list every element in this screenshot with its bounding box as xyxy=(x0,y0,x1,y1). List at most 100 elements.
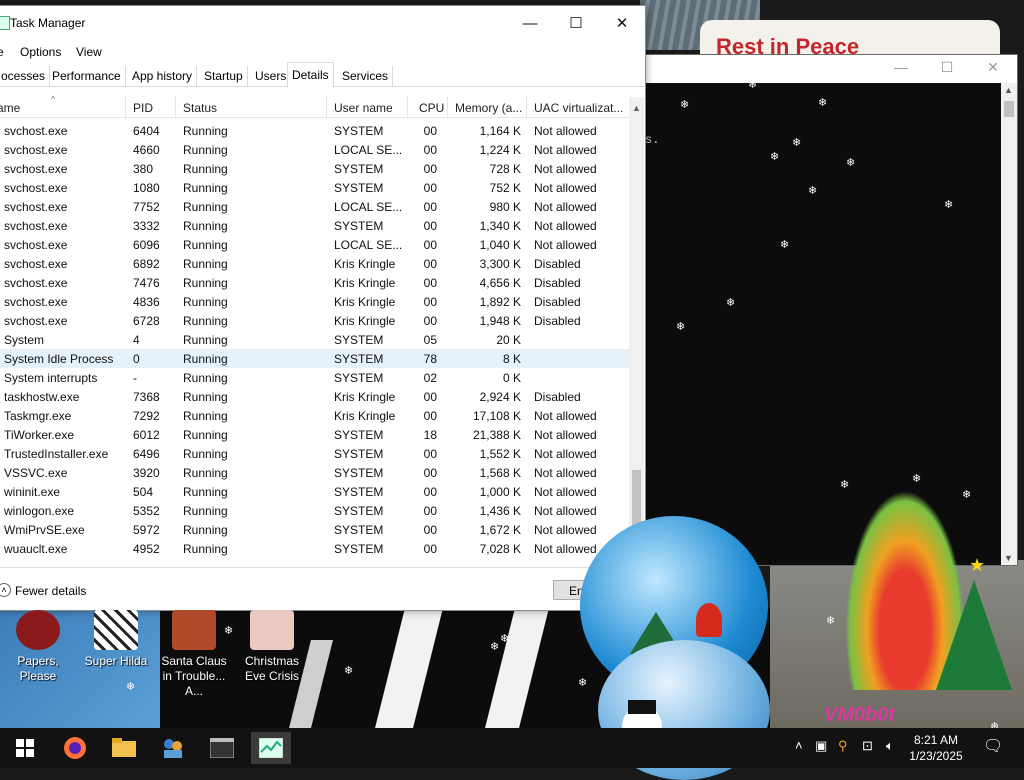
windows-start-icon[interactable] xyxy=(5,732,45,764)
column-header-pid[interactable]: PID xyxy=(133,101,153,115)
scroll-up-icon[interactable]: ▲ xyxy=(1004,85,1013,95)
column-header-name[interactable]: ame xyxy=(0,101,20,115)
column-divider[interactable] xyxy=(526,97,527,119)
desktop-icon-santa-claus-in-trouble[interactable]: Santa Claus in Trouble... A... xyxy=(156,608,232,699)
snowflake-icon: ❄ xyxy=(912,473,922,485)
table-row[interactable]: TiWorker.exe 6012 Running SYSTEM 18 21,388 K N… xyxy=(0,425,629,444)
table-row[interactable]: svchost.exe 7752 Running LOCAL SE... 00 980 K… xyxy=(0,197,629,216)
process-name: svchost.exe xyxy=(4,200,68,214)
console-minimize-button[interactable]: — xyxy=(881,59,921,75)
process-user: SYSTEM xyxy=(334,428,384,442)
menu-options[interactable]: Options xyxy=(20,45,61,59)
table-row[interactable]: WmiPrvSE.exe 5972 Running SYSTEM 00 1,672 K No… xyxy=(0,520,629,539)
process-uac: Not allowed xyxy=(534,162,597,176)
column-header-memory[interactable]: Memory (a... xyxy=(455,101,522,115)
process-pid: 6892 xyxy=(133,257,160,271)
console-scroll-thumb[interactable] xyxy=(1004,101,1014,117)
scroll-down-icon[interactable]: ▼ xyxy=(1004,553,1013,563)
process-name: winlogon.exe xyxy=(4,504,75,518)
file-explorer-icon[interactable] xyxy=(104,732,144,764)
minimize-button[interactable]: — xyxy=(507,12,553,36)
network-icon[interactable]: ⊡ xyxy=(862,738,873,754)
table-row[interactable]: VSSVC.exe 3920 Running SYSTEM 00 1,568 K Not a… xyxy=(0,463,629,482)
tab-processes[interactable]: ocesses xyxy=(0,66,51,86)
fewer-details-button[interactable]: Fewer details xyxy=(15,584,86,598)
table-row[interactable]: svchost.exe 6892 Running Kris Kringle 00 3,30… xyxy=(0,254,629,273)
tab-performance[interactable]: Performance xyxy=(48,66,126,86)
notifications-icon[interactable]: 🗨︎ xyxy=(983,736,1003,756)
table-row[interactable]: Taskmgr.exe 7292 Running Kris Kringle 00 17,1… xyxy=(0,406,629,425)
table-row[interactable]: svchost.exe 7476 Running Kris Kringle 00 4,65… xyxy=(0,273,629,292)
table-row[interactable]: svchost.exe 1080 Running SYSTEM 00 752 K Not a… xyxy=(0,178,629,197)
table-row[interactable]: TrustedInstaller.exe 6496 Running SYSTEM 00 1… xyxy=(0,444,629,463)
chevron-up-icon[interactable]: ˄ xyxy=(0,583,11,597)
task-manager-taskbar-icon[interactable] xyxy=(251,732,291,764)
table-row[interactable]: svchost.exe 4660 Running LOCAL SE... 00 1,224… xyxy=(0,140,629,159)
tab-services[interactable]: Services xyxy=(338,66,394,86)
process-table-scrollbar[interactable]: ▲ xyxy=(629,97,644,567)
table-row[interactable]: wuauclt.exe 4952 Running SYSTEM 00 7,028 K Not… xyxy=(0,539,629,558)
volume-icon[interactable]: 🔈︎ xyxy=(886,738,894,754)
close-button[interactable]: ✕ xyxy=(599,12,645,36)
console-close-button[interactable]: ✕ xyxy=(973,59,1013,76)
table-row[interactable]: svchost.exe 4836 Running Kris Kringle 00 1,89… xyxy=(0,292,629,311)
tab-startup[interactable]: Startup xyxy=(200,66,248,86)
table-row[interactable]: svchost.exe 6096 Running LOCAL SE... 00 1,040… xyxy=(0,235,629,254)
column-header-uac[interactable]: UAC virtualizat... xyxy=(534,101,623,115)
task-manager-window[interactable]: Task Manager — ☐ ✕ e Options View ocesse… xyxy=(0,5,646,611)
column-divider[interactable] xyxy=(447,97,448,119)
table-row[interactable]: svchost.exe 6728 Running Kris Kringle 00 1,94… xyxy=(0,311,629,330)
snowflake-icon: ❄ xyxy=(126,681,136,693)
column-divider[interactable] xyxy=(326,97,327,119)
app-tray-icon[interactable]: ▣ xyxy=(815,738,827,754)
process-uac: Disabled xyxy=(534,314,581,328)
people-app-icon[interactable] xyxy=(153,732,193,764)
column-header-cpu[interactable]: CPU xyxy=(419,101,444,115)
menu-view[interactable]: View xyxy=(76,45,102,59)
table-row[interactable]: System Idle Process 0 Running SYSTEM 78 8 K xyxy=(0,349,629,368)
desktop-icon-christmas-eve-crisis[interactable]: Christmas Eve Crisis xyxy=(234,608,310,684)
tab-app-history[interactable]: App history xyxy=(128,66,198,86)
desktop-icon-papers-please[interactable]: Papers, Please xyxy=(0,608,76,684)
process-uac: Not allowed xyxy=(534,124,597,138)
desktop-icon-label: Santa Claus in Trouble... A... xyxy=(161,654,227,698)
process-memory: 21,388 K xyxy=(472,428,521,442)
table-row[interactable]: System interrupts - Running SYSTEM 02 0 K xyxy=(0,368,629,387)
process-cpu: 00 xyxy=(423,295,437,309)
table-row[interactable]: svchost.exe 3332 Running SYSTEM 00 1,340 K Not… xyxy=(0,216,629,235)
column-header-user[interactable]: User name xyxy=(334,101,393,115)
scroll-up-icon[interactable]: ▲ xyxy=(632,103,641,113)
column-divider[interactable] xyxy=(125,97,126,119)
process-status: Running xyxy=(183,523,228,537)
command-prompt-icon[interactable] xyxy=(202,732,242,764)
process-name: svchost.exe xyxy=(4,295,68,309)
snowflake-icon: ❄ xyxy=(770,151,780,163)
maximize-button[interactable]: ☐ xyxy=(553,12,599,36)
search-tray-icon[interactable]: ⚲ xyxy=(838,738,848,754)
table-row[interactable]: svchost.exe 6404 Running SYSTEM 00 1,164 K Not… xyxy=(0,121,629,140)
firefox-icon[interactable] xyxy=(55,732,95,764)
table-row[interactable]: System 4 Running SYSTEM 05 20 K xyxy=(0,330,629,349)
console-maximize-button[interactable]: ☐ xyxy=(927,59,967,76)
task-manager-titlebar[interactable]: Task Manager — ☐ ✕ xyxy=(0,6,645,40)
process-name: TrustedInstaller.exe xyxy=(4,447,109,461)
process-memory: 8 K xyxy=(502,352,521,366)
process-name: wininit.exe xyxy=(4,485,61,499)
table-row[interactable]: winlogon.exe 5352 Running SYSTEM 00 1,436 K No… xyxy=(0,501,629,520)
column-header-status[interactable]: Status xyxy=(183,101,217,115)
tab-details[interactable]: Details xyxy=(287,62,334,88)
table-row[interactable]: wininit.exe 504 Running SYSTEM 00 1,000 K Not … xyxy=(0,482,629,501)
clock[interactable]: 8:21 AM 1/23/2025 xyxy=(904,732,968,764)
console-titlebar[interactable]: — ☐ ✕ xyxy=(645,55,1017,83)
menu-file[interactable]: e xyxy=(0,45,4,59)
table-row[interactable]: taskhostw.exe 7368 Running Kris Kringle 00 2,… xyxy=(0,387,629,406)
desktop-icon-super-hilda[interactable]: Super Hilda xyxy=(78,608,154,669)
console-scrollbar[interactable]: ▲ ▼ xyxy=(1001,83,1017,565)
table-row[interactable]: svchost.exe 380 Running SYSTEM 00 728 K Not al… xyxy=(0,159,629,178)
process-name: wuauclt.exe xyxy=(4,542,68,556)
column-divider[interactable] xyxy=(175,97,176,119)
tab-users[interactable]: Users xyxy=(251,66,292,86)
column-divider[interactable] xyxy=(407,97,408,119)
process-memory: 1,040 K xyxy=(479,238,521,252)
chevron-up-icon[interactable]: ˄ xyxy=(795,738,803,753)
